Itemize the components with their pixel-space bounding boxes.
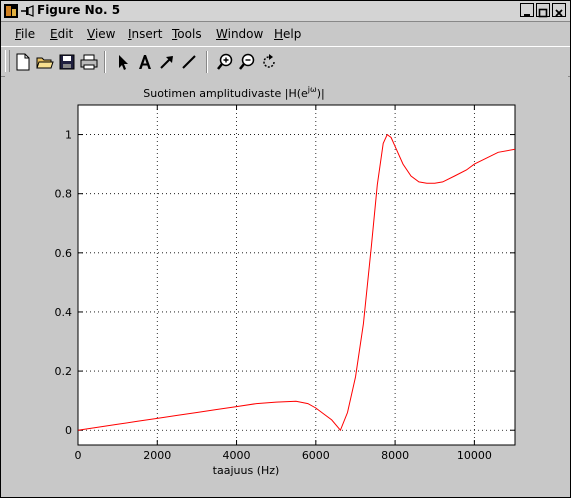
line-tool-icon[interactable] xyxy=(179,52,199,72)
maximize-icon xyxy=(538,8,548,18)
x-tick-label: 8000 xyxy=(381,449,409,462)
toolbar xyxy=(1,46,570,77)
amplitude-response-chart[interactable]: Suotimen amplitudivaste |H(ejω)| 0 2000 40… xyxy=(5,76,568,494)
menu-window[interactable]: Window xyxy=(216,27,263,41)
app-icon[interactable] xyxy=(4,4,18,18)
select-arrow-icon[interactable] xyxy=(113,52,133,72)
y-tick-label: 0.2 xyxy=(55,365,73,378)
figure-canvas[interactable]: Suotimen amplitudivaste |H(ejω)| 0 2000 40… xyxy=(5,76,568,494)
pin-icon[interactable] xyxy=(20,4,34,18)
maximize-button[interactable] xyxy=(536,3,550,18)
chart-title: Suotimen amplitudivaste |H(ejω)| xyxy=(143,85,324,100)
y-tick-label: 0.8 xyxy=(55,188,73,201)
menu-view[interactable]: View xyxy=(87,27,115,41)
x-tick-label: 2000 xyxy=(143,449,171,462)
minimize-button[interactable] xyxy=(520,3,534,17)
zoom-out-icon[interactable] xyxy=(237,52,257,72)
menu-tools[interactable]: Tools xyxy=(172,27,202,41)
x-tick-label: 6000 xyxy=(302,449,330,462)
y-tick-labels: 0 0.2 0.4 0.6 0.8 1 xyxy=(55,129,73,438)
x-axis-label: taajuus (Hz) xyxy=(213,464,280,477)
save-icon[interactable] xyxy=(57,52,77,72)
toolbar-separator xyxy=(206,51,208,73)
y-tick-label: 0 xyxy=(65,424,72,437)
menu-help[interactable]: Help xyxy=(274,27,301,41)
x-tick-label: 10000 xyxy=(457,449,492,462)
title-bar[interactable]: Figure No. 5 xyxy=(1,1,570,22)
close-button[interactable] xyxy=(552,3,566,17)
zoom-in-icon[interactable] xyxy=(215,52,235,72)
y-tick-label: 0.4 xyxy=(55,306,73,319)
menu-file[interactable]: File xyxy=(15,27,35,41)
x-tick-label: 0 xyxy=(75,449,82,462)
menu-insert[interactable]: Insert xyxy=(128,27,162,41)
menu-edit[interactable]: Edit xyxy=(50,27,73,41)
open-folder-icon[interactable] xyxy=(35,52,55,72)
new-file-icon[interactable] xyxy=(13,52,33,72)
print-icon[interactable] xyxy=(79,52,99,72)
x-tick-labels: 0 2000 4000 6000 8000 10000 xyxy=(75,449,492,462)
toolbar-separator xyxy=(104,51,106,73)
figure-window: Figure No. 5 File Edit View Insert Tools… xyxy=(0,0,571,498)
arrow-tool-icon[interactable] xyxy=(157,52,177,72)
plot-area[interactable] xyxy=(77,104,516,446)
window-title: Figure No. 5 xyxy=(37,3,121,17)
close-icon xyxy=(555,9,563,17)
x-tick-label: 4000 xyxy=(223,449,251,462)
minimize-icon xyxy=(524,14,530,16)
rotate-icon[interactable] xyxy=(259,52,279,72)
menu-bar: File Edit View Insert Tools Window Help xyxy=(1,22,570,46)
toolbar-handle[interactable] xyxy=(5,50,10,72)
text-tool-icon[interactable] xyxy=(135,52,155,72)
y-tick-label: 0.6 xyxy=(55,247,73,260)
y-tick-label: 1 xyxy=(65,129,72,142)
